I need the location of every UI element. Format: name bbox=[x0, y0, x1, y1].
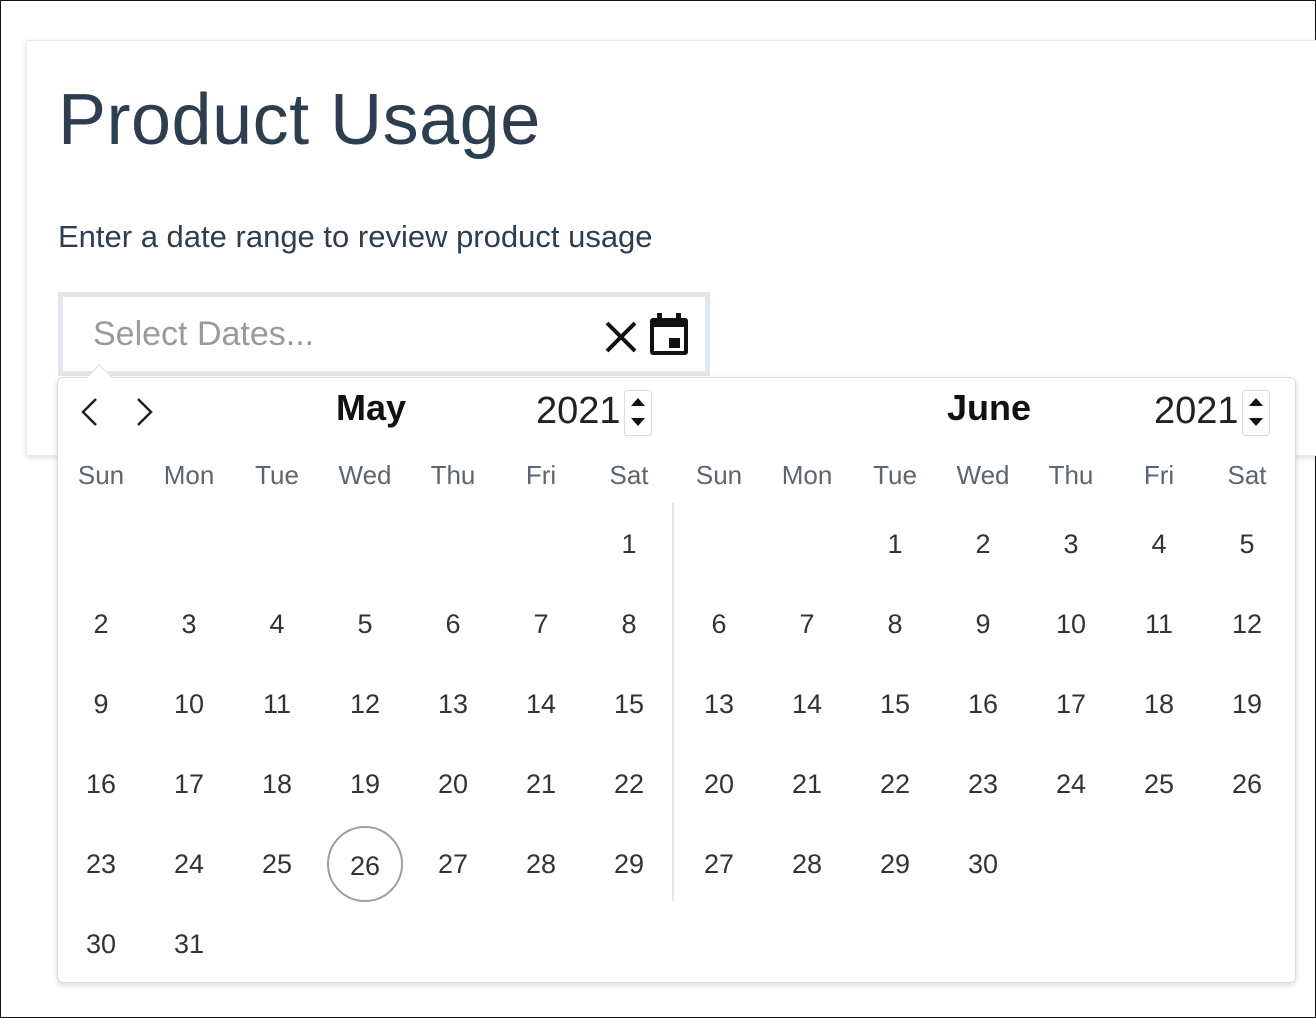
weekday-label: Fri bbox=[1143, 460, 1175, 490]
year-decrement-button[interactable] bbox=[1243, 413, 1269, 434]
day-cell[interactable]: 17 bbox=[151, 746, 227, 822]
day-cell[interactable]: 19 bbox=[1209, 666, 1285, 742]
weekday-label: Sat bbox=[1227, 460, 1267, 490]
day-cell[interactable]: 1 bbox=[857, 506, 933, 582]
day-cell[interactable]: 18 bbox=[239, 746, 315, 822]
day-cell[interactable]: 30 bbox=[63, 906, 139, 982]
weekday-label: Mon bbox=[781, 460, 833, 490]
day-cell[interactable]: 30 bbox=[945, 826, 1021, 902]
day-cell[interactable]: 28 bbox=[503, 826, 579, 902]
page-subtitle: Enter a date range to review product usa… bbox=[58, 219, 653, 254]
day-cell[interactable]: 9 bbox=[63, 666, 139, 742]
day-cell[interactable]: 7 bbox=[769, 586, 845, 662]
day-cell[interactable]: 27 bbox=[681, 826, 757, 902]
day-cell[interactable]: 4 bbox=[1121, 506, 1197, 582]
day-cell[interactable]: 26 bbox=[327, 826, 403, 902]
day-cell[interactable]: 6 bbox=[681, 586, 757, 662]
day-cell[interactable]: 11 bbox=[1121, 586, 1197, 662]
day-cell[interactable]: 15 bbox=[857, 666, 933, 742]
day-cell[interactable]: 20 bbox=[415, 746, 491, 822]
day-cell[interactable]: 2 bbox=[945, 506, 1021, 582]
day-cell[interactable]: 16 bbox=[945, 666, 1021, 742]
date-range-field[interactable] bbox=[58, 292, 710, 376]
page-title: Product Usage bbox=[58, 80, 541, 160]
day-cell[interactable]: 17 bbox=[1033, 666, 1109, 742]
month-divider bbox=[672, 503, 674, 901]
day-cell[interactable]: 10 bbox=[151, 666, 227, 742]
day-cell[interactable]: 3 bbox=[151, 586, 227, 662]
day-cell[interactable]: 15 bbox=[591, 666, 667, 742]
day-cell[interactable]: 3 bbox=[1033, 506, 1109, 582]
chevron-left-icon[interactable] bbox=[74, 396, 106, 428]
day-cell[interactable]: 20 bbox=[681, 746, 757, 822]
day-cell[interactable]: 8 bbox=[857, 586, 933, 662]
day-cell[interactable]: 16 bbox=[63, 746, 139, 822]
day-cell[interactable]: 19 bbox=[327, 746, 403, 822]
day-cell[interactable]: 5 bbox=[327, 586, 403, 662]
weekday-label: Thu bbox=[1048, 460, 1094, 490]
day-cell[interactable]: 5 bbox=[1209, 506, 1285, 582]
day-cell[interactable]: 26 bbox=[1209, 746, 1285, 822]
year-increment-button[interactable] bbox=[625, 391, 651, 412]
year-value-right[interactable]: 2021 bbox=[1154, 392, 1239, 430]
day-cell[interactable]: 27 bbox=[415, 826, 491, 902]
weekday-label: Tue bbox=[255, 460, 299, 490]
weekday-label: Wed bbox=[956, 460, 1010, 490]
year-increment-button[interactable] bbox=[1243, 391, 1269, 412]
day-cell[interactable]: 14 bbox=[769, 666, 845, 742]
weekday-label: Tue bbox=[873, 460, 917, 490]
weekday-label: Thu bbox=[430, 460, 476, 490]
day-cell[interactable]: 23 bbox=[945, 746, 1021, 822]
day-cell[interactable]: 6 bbox=[415, 586, 491, 662]
chevron-right-icon[interactable] bbox=[128, 396, 160, 428]
day-cell[interactable]: 12 bbox=[327, 666, 403, 742]
day-cell[interactable]: 25 bbox=[239, 826, 315, 902]
day-cell[interactable]: 25 bbox=[1121, 746, 1197, 822]
day-cell[interactable]: 8 bbox=[591, 586, 667, 662]
day-cell[interactable]: 21 bbox=[503, 746, 579, 822]
close-icon[interactable] bbox=[603, 319, 639, 355]
year-decrement-button[interactable] bbox=[625, 413, 651, 434]
day-cell[interactable]: 10 bbox=[1033, 586, 1109, 662]
day-cell[interactable]: 29 bbox=[857, 826, 933, 902]
weekday-label: Sun bbox=[695, 460, 743, 490]
day-cell[interactable]: 31 bbox=[151, 906, 227, 982]
weekday-label: Fri bbox=[525, 460, 557, 490]
year-spinner-right bbox=[1242, 390, 1270, 436]
day-cell[interactable]: 24 bbox=[1033, 746, 1109, 822]
day-cell[interactable]: 7 bbox=[503, 586, 579, 662]
day-cell[interactable]: 4 bbox=[239, 586, 315, 662]
day-cell[interactable]: 11 bbox=[239, 666, 315, 742]
day-cell[interactable]: 1 bbox=[591, 506, 667, 582]
day-cell[interactable]: 21 bbox=[769, 746, 845, 822]
day-cell[interactable]: 14 bbox=[503, 666, 579, 742]
weekday-label: Mon bbox=[163, 460, 215, 490]
month-name-left: May bbox=[336, 387, 407, 428]
weekday-label: Sun bbox=[77, 460, 125, 490]
day-cell[interactable]: 22 bbox=[857, 746, 933, 822]
weekday-label: Sat bbox=[609, 460, 649, 490]
day-cell[interactable]: 13 bbox=[415, 666, 491, 742]
day-cell[interactable]: 29 bbox=[591, 826, 667, 902]
year-value-left[interactable]: 2021 bbox=[536, 392, 621, 430]
day-cell[interactable]: 9 bbox=[945, 586, 1021, 662]
day-cell[interactable]: 22 bbox=[591, 746, 667, 822]
month-name-right: June bbox=[947, 387, 1032, 428]
calendar-icon[interactable] bbox=[648, 313, 690, 357]
day-cell[interactable]: 13 bbox=[681, 666, 757, 742]
day-cell[interactable]: 18 bbox=[1121, 666, 1197, 742]
day-cell[interactable]: 23 bbox=[63, 826, 139, 902]
day-cell[interactable]: 12 bbox=[1209, 586, 1285, 662]
day-cell[interactable]: 28 bbox=[769, 826, 845, 902]
day-cell[interactable]: 24 bbox=[151, 826, 227, 902]
weekday-label: Wed bbox=[338, 460, 392, 490]
day-cell[interactable]: 2 bbox=[63, 586, 139, 662]
date-range-input[interactable] bbox=[93, 313, 573, 355]
year-spinner-left bbox=[624, 390, 652, 436]
